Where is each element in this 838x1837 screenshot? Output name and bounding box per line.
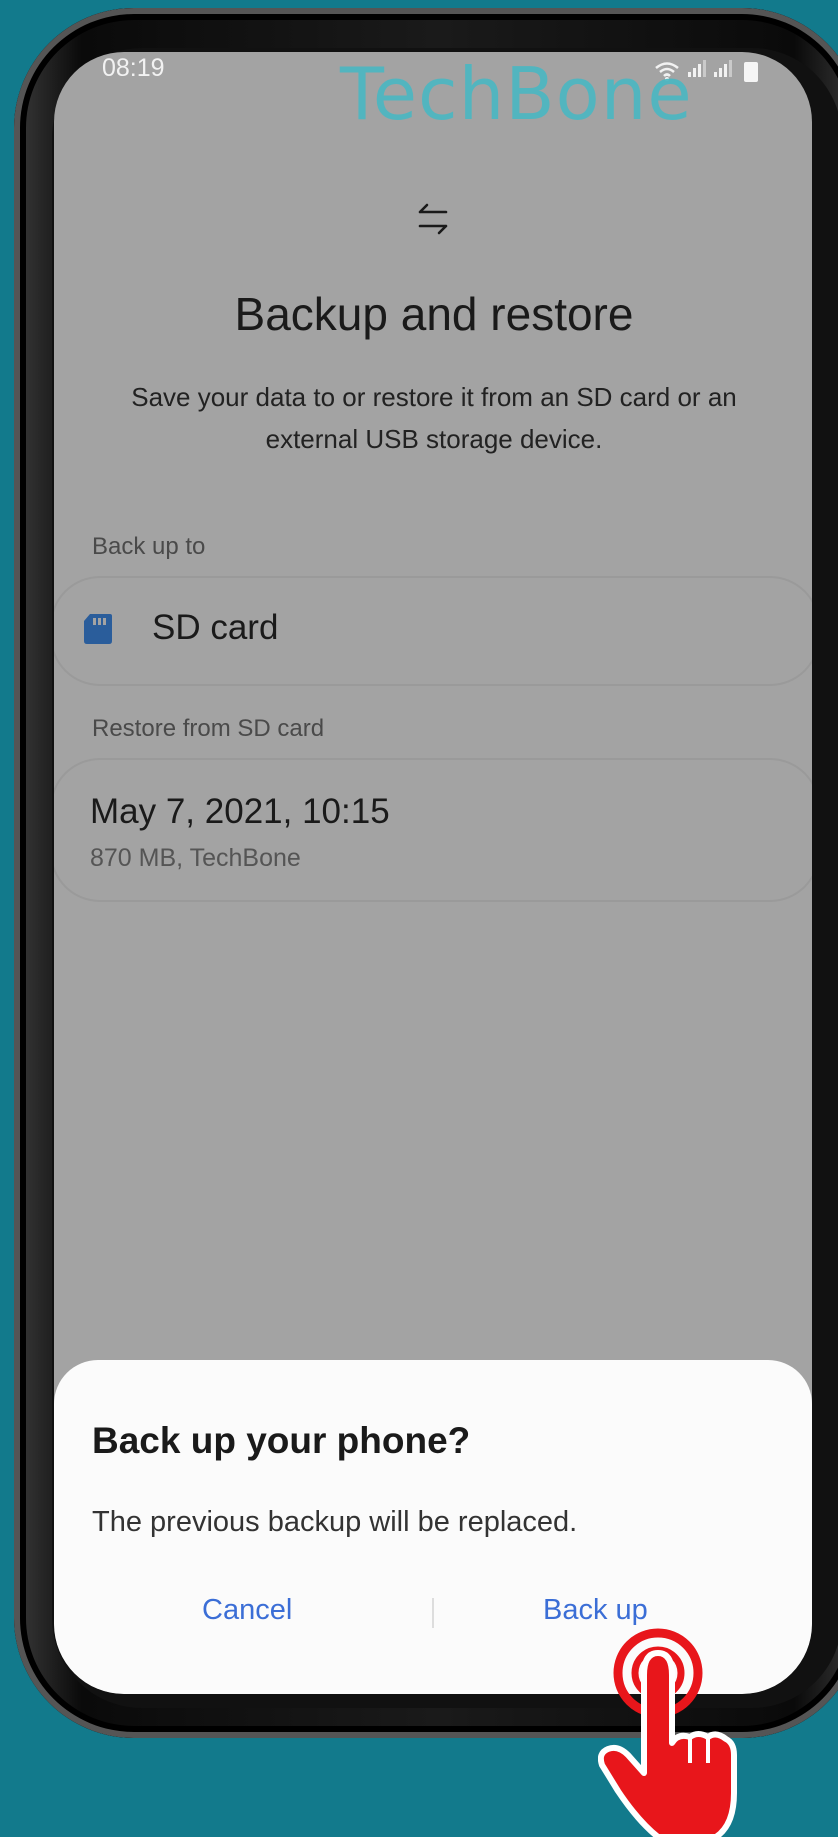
backup-section-label: Back up to <box>92 533 206 560</box>
restore-backup-date: May 7, 2021, 10:15 <box>90 792 390 831</box>
phone-screen: 08:19 TechBone Backup and restore Save y… <box>54 52 812 1694</box>
backup-target-card[interactable]: SD card <box>54 576 812 686</box>
backup-target-label: SD card <box>152 608 279 647</box>
page-title: Backup and restore <box>234 288 634 340</box>
tap-hand-icon <box>598 1628 737 1837</box>
cancel-button[interactable]: Cancel <box>202 1594 292 1627</box>
signal-icon-2 <box>712 60 732 82</box>
back-up-button[interactable]: Back up <box>543 1594 648 1627</box>
transfer-arrows-icon <box>418 203 448 235</box>
battery-icon <box>744 62 758 82</box>
restore-backup-meta: 870 MB, TechBone <box>90 844 301 872</box>
sd-card-icon <box>84 614 112 644</box>
techbone-watermark: TechBone <box>340 52 693 136</box>
dialog-button-divider <box>432 1598 434 1628</box>
dialog-message: The previous backup will be replaced. <box>92 1506 578 1538</box>
page-description: Save your data to or restore it from an … <box>131 382 737 454</box>
status-time: 08:19 <box>102 54 165 82</box>
restore-section-label: Restore from SD card <box>92 715 325 742</box>
dialog-title: Back up your phone? <box>92 1420 471 1461</box>
restore-backup-card[interactable]: May 7, 2021, 10:15 870 MB, TechBone <box>54 758 812 902</box>
